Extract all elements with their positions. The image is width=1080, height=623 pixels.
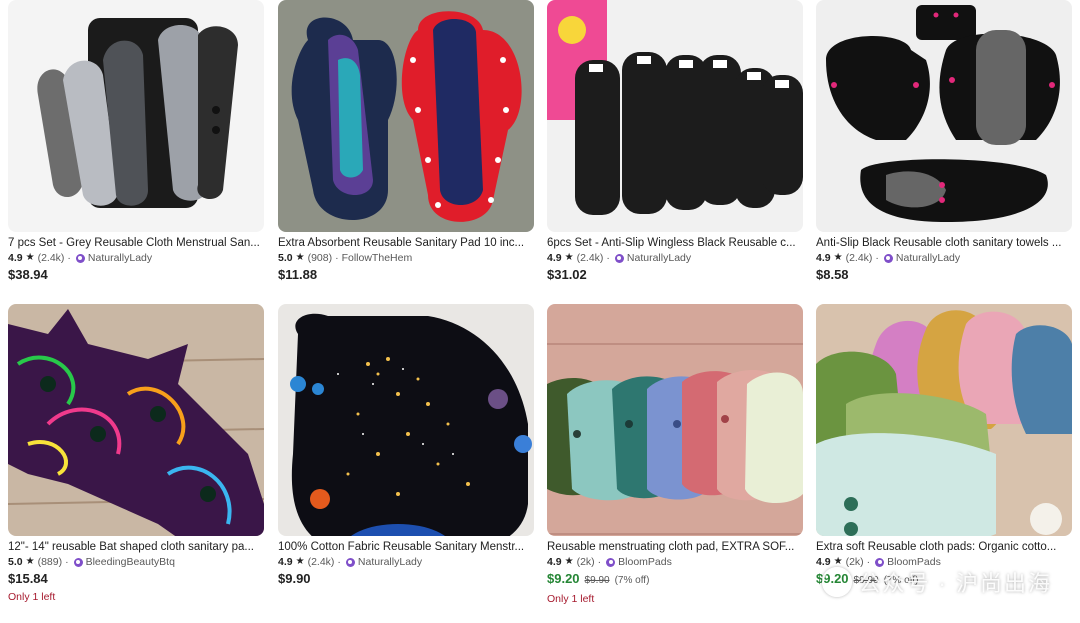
price-row: $9.90 (278, 570, 534, 587)
star-icon: ★ (295, 252, 305, 263)
listing-meta: 4.9 ★ (2.4k) · NaturallyLady (816, 251, 961, 265)
sale-price: $9.20 (547, 571, 580, 586)
listing-meta: 4.9 ★ (2.4k) · NaturallyLady (8, 251, 153, 265)
rating-value: 4.9 (278, 556, 293, 568)
listing-card[interactable]: 7 pcs Set - Grey Reusable Cloth Menstrua… (8, 0, 264, 283)
listing-title[interactable]: 12"- 14" reusable Bat shaped cloth sanit… (8, 540, 264, 555)
shop-name[interactable]: FollowTheHem (342, 251, 413, 265)
shop-name[interactable]: NaturallyLady (627, 251, 691, 265)
rating-value: 4.9 (547, 556, 562, 568)
listing-title[interactable]: Reusable menstruating cloth pad, EXTRA S… (547, 540, 803, 555)
listing-meta: 4.9 ★ (2.4k) · NaturallyLady (278, 555, 423, 569)
star-icon: ★ (25, 252, 35, 263)
listing-title[interactable]: Extra Absorbent Reusable Sanitary Pad 10… (278, 236, 534, 251)
price: $8.58 (816, 267, 849, 282)
shop-name[interactable]: NaturallyLady (896, 251, 960, 265)
star-icon: ★ (295, 556, 305, 567)
review-count: (2.4k) (576, 252, 604, 264)
price-row: $11.88 (278, 266, 534, 283)
watermark-text: 公众号 · 沪尚出海 (858, 571, 1052, 596)
star-seller-badge-icon (75, 253, 85, 263)
listing-image[interactable] (816, 304, 1072, 536)
listing-title[interactable]: 6pcs Set - Anti-Slip Wingless Black Reus… (547, 236, 803, 251)
price: $11.88 (278, 267, 318, 282)
listing-grid: 7 pcs Set - Grey Reusable Cloth Menstrua… (0, 0, 1080, 623)
rating-value: 4.9 (816, 252, 831, 264)
listing-image[interactable] (278, 0, 534, 232)
price: $38.94 (8, 267, 48, 282)
listing-title[interactable]: 7 pcs Set - Grey Reusable Cloth Menstrua… (8, 236, 264, 251)
star-seller-badge-icon (73, 557, 83, 567)
price: $15.84 (8, 571, 48, 586)
shop-name[interactable]: BloomPads (618, 555, 672, 569)
price: $31.02 (547, 267, 587, 282)
listing-meta: 4.9 ★ (2k) · BloomPads (547, 555, 672, 569)
listing-card[interactable]: Anti-Slip Black Reusable cloth sanitary … (816, 0, 1072, 283)
listing-image[interactable] (547, 304, 803, 536)
review-count: (2.4k) (37, 252, 65, 264)
review-count: (2k) (576, 556, 595, 568)
star-seller-badge-icon (614, 253, 624, 263)
listing-image[interactable] (8, 304, 264, 536)
listing-title[interactable]: 100% Cotton Fabric Reusable Sanitary Men… (278, 540, 534, 555)
listing-image[interactable] (8, 0, 264, 232)
rating-value: 5.0 (8, 556, 23, 568)
rating-value: 4.9 (8, 252, 23, 264)
star-icon: ★ (564, 252, 574, 263)
price-row: $38.94 (8, 266, 264, 283)
listing-image[interactable] (278, 304, 534, 536)
listing-card[interactable]: ♡ Extra Absorbent Reusable Sanitary Pad … (278, 0, 534, 283)
listing-image[interactable] (816, 0, 1072, 232)
price-row: $15.84 (8, 570, 264, 587)
discount-label: (7% off) (614, 575, 650, 586)
price-row: $31.02 (547, 266, 803, 283)
listing-title[interactable]: Extra soft Reusable cloth pads: Organic … (816, 540, 1072, 555)
listing-card[interactable]: 6pcs Set - Anti-Slip Wingless Black Reus… (547, 0, 803, 283)
listing-card[interactable]: 100% Cotton Fabric Reusable Sanitary Men… (278, 304, 534, 587)
star-icon: ★ (25, 556, 35, 567)
listing-title[interactable]: Anti-Slip Black Reusable cloth sanitary … (816, 236, 1072, 251)
star-icon: ★ (564, 556, 574, 567)
shop-name[interactable]: NaturallyLady (358, 555, 422, 569)
star-icon: ★ (833, 252, 843, 263)
rating-value: 5.0 (278, 252, 293, 264)
price-row: $8.58 (816, 266, 1072, 283)
shop-name[interactable]: NaturallyLady (88, 251, 152, 265)
listing-meta: 5.0 ★ (889) · BleedingBeautyBtq (8, 555, 175, 569)
original-price: $9.90 (584, 575, 610, 586)
listing-card[interactable]: Reusable menstruating cloth pad, EXTRA S… (547, 304, 803, 605)
listing-card[interactable]: Extra soft Reusable cloth pads: Organic … (816, 304, 1072, 589)
low-stock-notice: Only 1 left (8, 591, 56, 603)
star-seller-badge-icon (606, 557, 616, 567)
rating-value: 4.9 (547, 252, 562, 264)
shop-name[interactable]: BleedingBeautyBtq (86, 555, 175, 569)
listing-card[interactable]: 12"- 14" reusable Bat shaped cloth sanit… (8, 304, 264, 603)
listing-image[interactable] (547, 0, 803, 232)
review-count: (908) (307, 252, 333, 264)
low-stock-notice: Only 1 left (547, 593, 595, 605)
star-seller-badge-icon (883, 253, 893, 263)
listing-meta: 5.0 ★ (908) · FollowTheHem (278, 251, 413, 265)
review-count: (2.4k) (845, 252, 873, 264)
star-seller-badge-icon (345, 557, 355, 567)
review-count: (2.4k) (307, 556, 335, 568)
wechat-logo-icon (822, 567, 853, 597)
price: $9.90 (278, 571, 311, 586)
review-count: (889) (37, 556, 63, 568)
watermark: 公众号 · 沪尚出海 (822, 566, 1052, 598)
listing-meta: 4.9 ★ (2.4k) · NaturallyLady (547, 251, 692, 265)
price-row: $9.20 $9.90 (7% off) (547, 570, 803, 589)
